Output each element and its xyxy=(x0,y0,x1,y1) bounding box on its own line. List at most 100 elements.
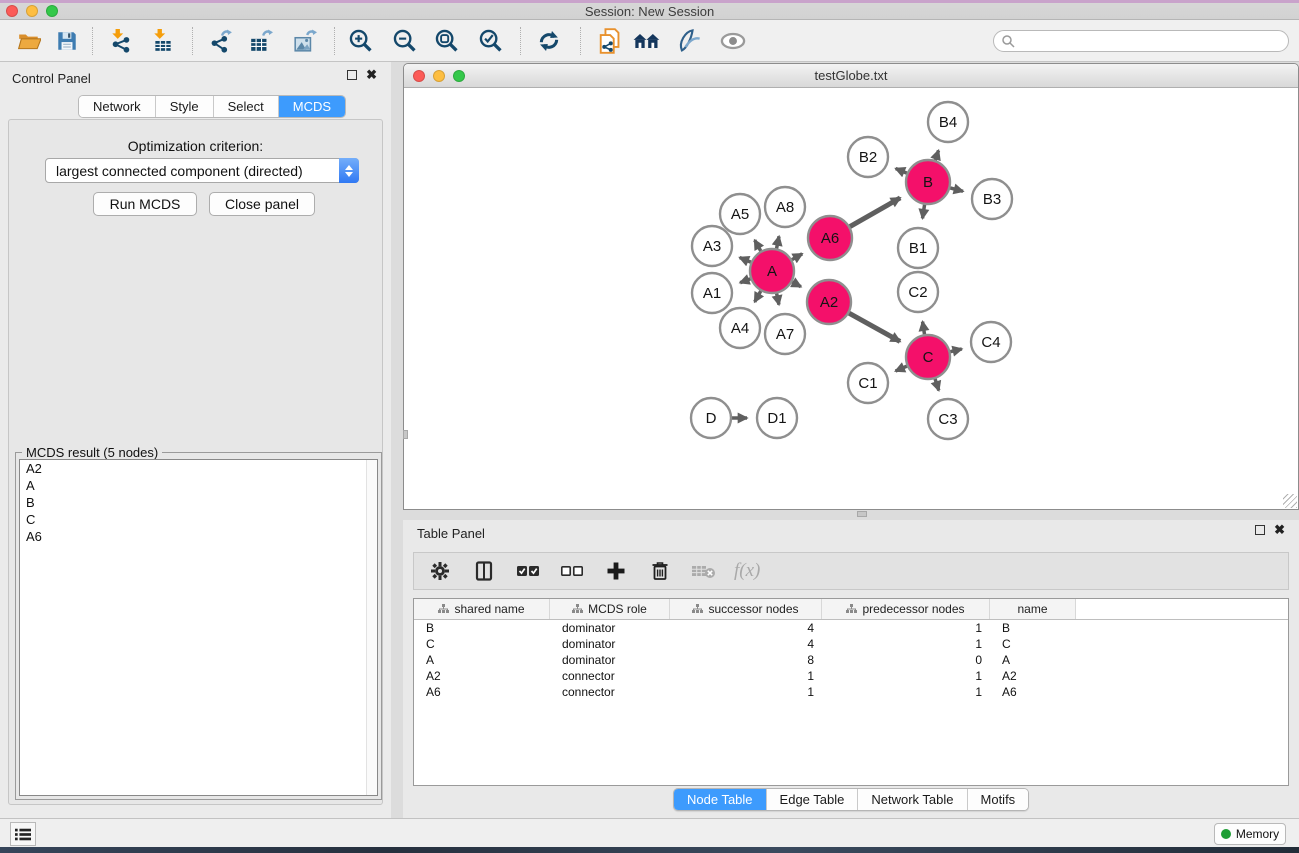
close-window-icon[interactable] xyxy=(6,5,18,17)
table-cell[interactable]: 4 xyxy=(670,636,822,652)
table-cell[interactable]: dominator xyxy=(550,636,670,652)
tab-edge-table[interactable]: Edge Table xyxy=(767,789,859,810)
table-cell[interactable]: A xyxy=(990,652,1076,668)
mcds-result-list[interactable]: A2 A B C A6 xyxy=(19,459,378,796)
table-cell[interactable]: B xyxy=(990,620,1076,636)
graph-edge-C-C3[interactable] xyxy=(935,379,939,391)
table-cell[interactable]: 1 xyxy=(822,668,990,684)
unselect-all-icon[interactable] xyxy=(558,557,586,585)
table-cell[interactable]: 1 xyxy=(822,636,990,652)
column-header-MCDS-role[interactable]: MCDS role xyxy=(550,599,670,619)
splitter-handle[interactable] xyxy=(403,430,408,439)
select-all-icon[interactable] xyxy=(514,557,542,585)
frame-close-icon[interactable] xyxy=(413,70,425,82)
column-header-name[interactable]: name xyxy=(990,599,1076,619)
table-row[interactable]: Cdominator41C xyxy=(414,636,1288,652)
table-cell[interactable]: 1 xyxy=(822,620,990,636)
table-cell[interactable]: A xyxy=(414,652,550,668)
table-cell[interactable]: A6 xyxy=(990,684,1076,700)
column-panel-icon[interactable] xyxy=(470,557,498,585)
table-cell[interactable]: A2 xyxy=(990,668,1076,684)
table-cell[interactable]: 4 xyxy=(670,620,822,636)
houses-button[interactable] xyxy=(630,26,664,56)
network-graph[interactable]: AA1A2A3A4A5A6A7A8BB1B2B3B4CC1C2C3C4DD1 xyxy=(404,88,1298,509)
float-panel-icon[interactable] xyxy=(1255,525,1265,535)
graph-edge-C-C4[interactable] xyxy=(950,349,961,352)
zoom-in-button[interactable] xyxy=(344,26,378,56)
search-input[interactable] xyxy=(993,30,1289,52)
node-table[interactable]: shared nameMCDS rolesuccessor nodesprede… xyxy=(413,598,1289,786)
tab-select[interactable]: Select xyxy=(214,96,279,117)
export-network-button[interactable] xyxy=(204,26,238,56)
zoom-fit-button[interactable] xyxy=(430,26,464,56)
table-cell[interactable]: 8 xyxy=(670,652,822,668)
graph-edge-A2-C[interactable] xyxy=(849,313,900,341)
close-panel-icon[interactable]: ✖ xyxy=(1274,525,1285,535)
new-network-from-selection-button[interactable] xyxy=(592,26,626,56)
hide-annotations-button[interactable] xyxy=(672,26,706,56)
close-panel-icon[interactable]: ✖ xyxy=(366,70,377,80)
table-cell[interactable]: B xyxy=(414,620,550,636)
network-window-titlebar[interactable]: testGlobe.txt xyxy=(404,64,1298,88)
table-cell[interactable]: A2 xyxy=(414,668,550,684)
save-session-button[interactable] xyxy=(50,26,84,56)
table-cell[interactable]: C xyxy=(414,636,550,652)
table-cell[interactable]: 1 xyxy=(670,668,822,684)
table-cell[interactable]: 1 xyxy=(822,684,990,700)
minimize-window-icon[interactable] xyxy=(26,5,38,17)
frame-minimize-icon[interactable] xyxy=(433,70,445,82)
list-item[interactable]: A6 xyxy=(20,528,377,545)
task-history-button[interactable] xyxy=(10,822,36,846)
tab-network-table[interactable]: Network Table xyxy=(858,789,967,810)
column-header-shared-name[interactable]: shared name xyxy=(414,599,550,619)
graph-edge-A-A5[interactable] xyxy=(755,240,761,251)
list-item[interactable]: B xyxy=(20,494,377,511)
tab-mcds[interactable]: MCDS xyxy=(279,96,345,117)
zoom-selected-button[interactable] xyxy=(474,26,508,56)
zoom-out-button[interactable] xyxy=(388,26,422,56)
criterion-select[interactable]: largest connected component (directed) xyxy=(45,158,359,183)
graph-edge-A-A7[interactable] xyxy=(777,294,779,305)
graph-edge-A-A4[interactable] xyxy=(755,291,761,302)
graph-edge-C-C1[interactable] xyxy=(896,366,907,371)
column-header-successor-nodes[interactable]: successor nodes xyxy=(670,599,822,619)
graph-edge-B-B1[interactable] xyxy=(922,205,924,219)
table-cell[interactable]: connector xyxy=(550,684,670,700)
gear-icon[interactable] xyxy=(426,557,454,585)
zoom-window-icon[interactable] xyxy=(46,5,58,17)
tab-motifs[interactable]: Motifs xyxy=(968,789,1029,810)
export-table-button[interactable] xyxy=(244,26,278,56)
show-details-eye-button[interactable] xyxy=(716,26,750,56)
memory-button[interactable]: Memory xyxy=(1214,823,1286,845)
run-mcds-button[interactable]: Run MCDS xyxy=(93,192,197,216)
table-cell[interactable]: C xyxy=(990,636,1076,652)
graph-edge-A6-B[interactable] xyxy=(850,198,900,227)
frame-zoom-icon[interactable] xyxy=(453,70,465,82)
table-cell[interactable]: 1 xyxy=(670,684,822,700)
graph-edge-A-A2[interactable] xyxy=(792,282,801,287)
table-row[interactable]: A6connector11A6 xyxy=(414,684,1288,700)
add-column-icon[interactable] xyxy=(602,557,630,585)
tab-network[interactable]: Network xyxy=(79,96,156,117)
export-image-button[interactable] xyxy=(288,26,322,56)
list-item[interactable]: A xyxy=(20,477,377,494)
list-scrollbar[interactable] xyxy=(366,460,377,795)
graph-edge-C-C2[interactable] xyxy=(923,322,925,335)
table-cell[interactable]: dominator xyxy=(550,652,670,668)
tab-style[interactable]: Style xyxy=(156,96,214,117)
open-file-button[interactable] xyxy=(12,26,46,56)
graph-edge-A-A3[interactable] xyxy=(740,258,751,263)
table-cell[interactable]: A6 xyxy=(414,684,550,700)
graph-edge-B-B2[interactable] xyxy=(896,169,907,174)
table-cell[interactable]: connector xyxy=(550,668,670,684)
graph-edge-A-A1[interactable] xyxy=(740,279,750,283)
float-panel-icon[interactable] xyxy=(347,70,357,80)
column-header-predecessor-nodes[interactable]: predecessor nodes xyxy=(822,599,990,619)
table-row[interactable]: A2connector11A2 xyxy=(414,668,1288,684)
graph-edge-B-B4[interactable] xyxy=(935,150,938,160)
resize-grip-icon[interactable] xyxy=(1283,494,1297,508)
graph-edge-B-B3[interactable] xyxy=(950,188,963,191)
table-cell[interactable]: 0 xyxy=(822,652,990,668)
graph-edge-A-A6[interactable] xyxy=(792,254,802,260)
tab-node-table[interactable]: Node Table xyxy=(674,789,767,810)
